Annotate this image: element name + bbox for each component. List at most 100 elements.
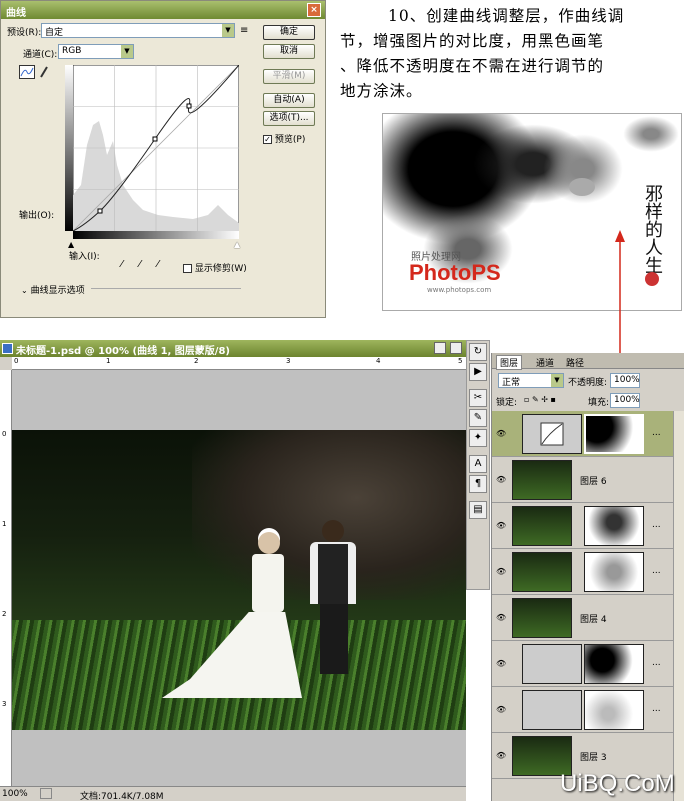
channel-select[interactable]: RGB ▼ [58, 44, 134, 59]
channel-label: 通道(C): [23, 50, 58, 60]
layer-thumb [512, 598, 572, 638]
checkbox-box [183, 264, 192, 273]
layer-mask-thumb[interactable] [584, 690, 644, 730]
mask-blot [623, 116, 679, 152]
mask-blot [569, 178, 595, 196]
minimize-icon[interactable] [434, 342, 446, 354]
white-eyedropper-icon[interactable]: ⁄ [157, 259, 159, 270]
curve-point[interactable] [152, 136, 158, 142]
layer-thumb [512, 506, 572, 546]
tab-layers[interactable]: 图层 [496, 355, 523, 370]
eye-icon[interactable]: 👁 [496, 567, 506, 576]
paragraph-icon[interactable]: ¶ [469, 475, 487, 493]
layers-scrollbar[interactable] [673, 411, 684, 801]
curves-dialog: 曲线 × 预设(R): 自定 ▼ ≡ 确定 取消 通道(C): RGB ▼ 平滑… [0, 0, 326, 318]
opacity-field[interactable]: 100% [610, 373, 640, 388]
history-icon[interactable]: ↻ [469, 343, 487, 361]
curve-point[interactable] [186, 103, 192, 109]
close-button[interactable]: × [307, 3, 321, 17]
layer-row-adjust[interactable]: 👁 ... [492, 687, 673, 733]
layer-row-masked[interactable]: 👁 ... [492, 549, 673, 595]
black-eyedropper-icon[interactable]: ⁄ [121, 259, 123, 270]
tab-paths[interactable]: 路径 [566, 356, 584, 369]
auto-button[interactable]: 自动(A) [263, 93, 315, 108]
curve-point[interactable] [97, 208, 103, 214]
tools-icon[interactable]: ✂ [469, 389, 487, 407]
canvas-area[interactable] [12, 370, 466, 786]
bride-bodice [252, 554, 284, 612]
ruler-tick: 4 [376, 357, 381, 365]
blend-mode-select[interactable]: 正常 ▼ [498, 373, 564, 388]
vertical-ruler: 0 1 2 3 [0, 370, 12, 786]
curve-tool-icon[interactable] [19, 65, 35, 79]
layer-row-4[interactable]: 👁 图层 4 [492, 595, 673, 641]
expand-icon: ⌄ [21, 286, 28, 295]
eye-icon[interactable]: 👁 [496, 751, 506, 760]
preview-label: 预览(P) [274, 135, 306, 145]
eye-icon[interactable]: 👁 [496, 521, 506, 530]
layer-mask-thumb[interactable] [584, 552, 644, 592]
preset-select[interactable]: 自定 ▼ [41, 23, 235, 38]
adjustment-icon [522, 690, 582, 730]
layer-name: 图层 6 [580, 477, 607, 487]
layer-row-6[interactable]: 👁 图层 6 [492, 457, 673, 503]
character-icon[interactable]: A [469, 455, 487, 473]
options-button[interactable]: 选项(T)... [263, 111, 315, 126]
curves-title-bar[interactable]: 曲线 × [1, 1, 325, 19]
ok-button[interactable]: 确定 [263, 25, 315, 40]
layer-row-adjust[interactable]: 👁 ... [492, 641, 673, 687]
status-bar: 100% 文档:701.4K/7.08M [0, 786, 466, 802]
preview-checkbox[interactable]: ✓ 预览(P) [263, 132, 305, 145]
smooth-button[interactable]: 平滑(M) [263, 69, 315, 84]
document-title-bar[interactable]: 未标题-1.psd @ 100% (曲线 1, 图层蒙版/8) [0, 340, 466, 357]
eye-icon[interactable]: 👁 [496, 659, 506, 668]
layer-dots: ... [652, 566, 661, 576]
curves-title: 曲线 [6, 8, 26, 19]
groom-pants [320, 604, 348, 674]
ruler-tick: 1 [2, 520, 7, 528]
eye-icon[interactable]: 👁 [496, 705, 506, 714]
blend-mode-value: 正常 [502, 378, 521, 388]
tab-channels[interactable]: 通道 [536, 356, 554, 369]
wedding-photo [12, 430, 466, 730]
horizontal-ruler: 0 1 2 3 4 5 [12, 357, 466, 370]
layer-mask-thumb[interactable] [584, 644, 644, 684]
lock-icons[interactable]: ▫ ✎ ✢ ▪ [524, 395, 556, 404]
layer-mask-thumb[interactable] [584, 414, 644, 454]
gray-eyedropper-icon[interactable]: ⁄ [139, 259, 141, 270]
cancel-button[interactable]: 取消 [263, 44, 315, 59]
signature: 邪样的人生 [642, 184, 663, 274]
eye-icon[interactable]: 👁 [496, 613, 506, 622]
layer-row-curves[interactable]: 👁 ... [492, 411, 673, 457]
output-gradient-bar [65, 65, 73, 231]
brush-icon[interactable]: ✎ [469, 409, 487, 427]
clipping-checkbox[interactable]: 显示修剪(W) [183, 261, 247, 274]
ruler-tick: 2 [2, 610, 7, 618]
status-icon[interactable] [40, 788, 52, 799]
curves-graph[interactable] [73, 65, 239, 231]
eye-icon[interactable]: 👁 [496, 475, 506, 484]
layer-thumb [512, 460, 572, 500]
maximize-icon[interactable] [450, 342, 462, 354]
fill-field[interactable]: 100% [610, 393, 640, 408]
layer-name: 图层 4 [580, 615, 607, 625]
white-point-slider-icon[interactable]: ▲ [234, 240, 240, 249]
display-options-toggle[interactable]: ⌄ 曲线显示选项 [21, 283, 85, 296]
layer-mask-thumb[interactable] [584, 506, 644, 546]
bride-head [258, 532, 280, 554]
tool-strip: ↻ ▶ ✂ ✎ ✦ A ¶ ▤ [466, 340, 490, 590]
zoom-value[interactable]: 100% [2, 789, 28, 799]
black-point-slider-icon[interactable]: ▲ [68, 240, 74, 249]
layer-comps-icon[interactable]: ▤ [469, 501, 487, 519]
fill-label: 填充: [588, 398, 610, 408]
eye-icon[interactable]: 👁 [496, 429, 506, 438]
layer-row-masked[interactable]: 👁 ... [492, 503, 673, 549]
clone-icon[interactable]: ✦ [469, 429, 487, 447]
preset-menu-icon[interactable]: ≡ [240, 25, 248, 36]
layer-dots: ... [652, 704, 661, 714]
actions-icon[interactable]: ▶ [469, 363, 487, 381]
pencil-icon[interactable] [39, 65, 49, 79]
ruler-tick: 2 [194, 357, 199, 365]
ruler-tick: 1 [106, 357, 111, 365]
groom-vest [318, 544, 348, 604]
